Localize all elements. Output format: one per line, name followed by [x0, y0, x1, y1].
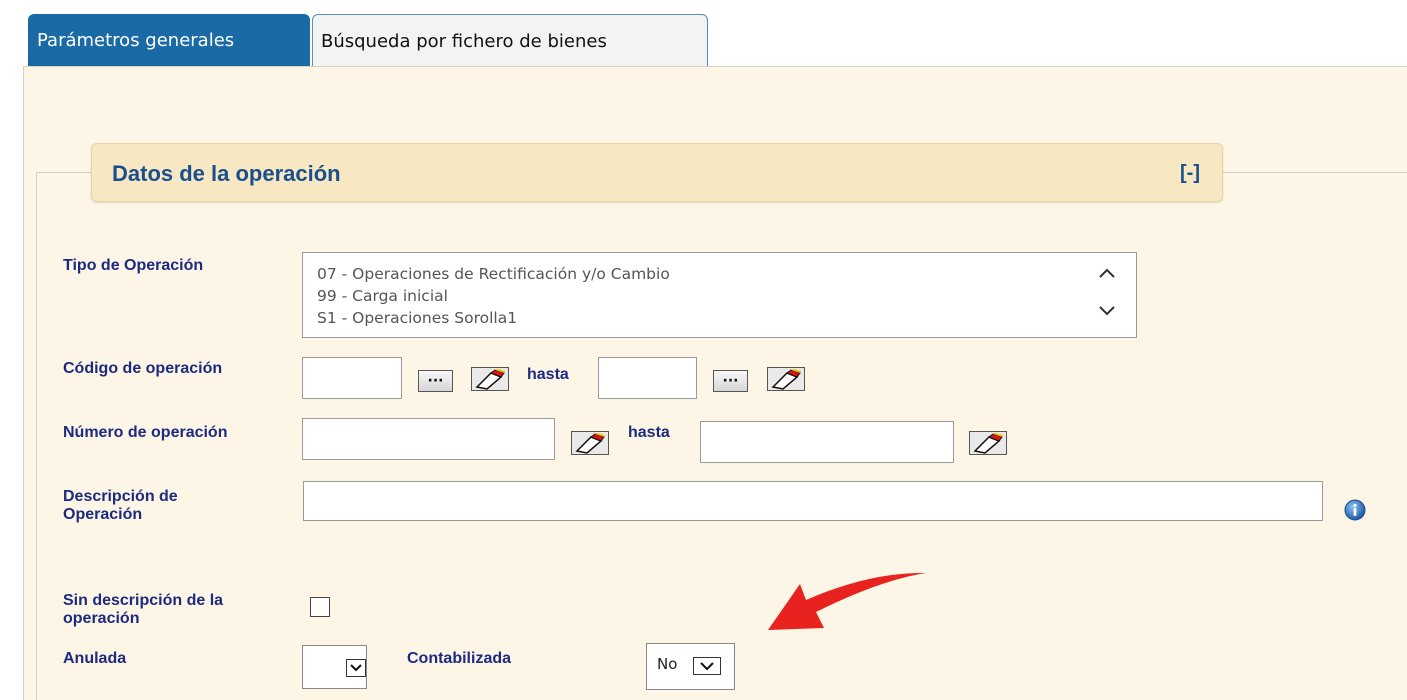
anulada-select[interactable]	[302, 645, 367, 689]
sin-descripcion-checkbox[interactable]	[310, 597, 330, 617]
eraser-icon[interactable]	[471, 367, 509, 391]
listbox-option[interactable]: 99 - Carga inicial	[317, 287, 448, 305]
chevron-down-icon[interactable]	[1096, 302, 1118, 320]
chevron-down-icon[interactable]	[693, 657, 721, 675]
section-title: Datos de la operación	[112, 161, 341, 186]
hasta-label: hasta	[628, 424, 670, 441]
tab-parametros-generales[interactable]: Parámetros generales	[28, 14, 310, 68]
codigo-operacion-to-input[interactable]	[598, 357, 697, 399]
numero-operacion-from-input[interactable]	[302, 418, 555, 460]
listbox-option[interactable]: S1 - Operaciones Sorolla1	[317, 309, 517, 327]
label-line: Descripción de	[63, 488, 178, 505]
hasta-label: hasta	[527, 366, 569, 383]
tipo-operacion-listbox[interactable]: 07 - Operaciones de Rectificación y/o Ca…	[302, 252, 1137, 338]
eraser-icon[interactable]	[969, 431, 1007, 455]
tab-busqueda-fichero-bienes[interactable]: Búsqueda por fichero de bienes	[312, 14, 708, 68]
select-value: No	[657, 655, 678, 673]
lookup-button[interactable]: ···	[713, 370, 748, 392]
descripcion-operacion-label: Descripción de Operación	[63, 488, 178, 524]
tab-label: Búsqueda por fichero de bienes	[321, 30, 607, 52]
contabilizada-select[interactable]: No	[646, 643, 735, 690]
label-line: Operación	[63, 506, 143, 523]
lookup-button[interactable]: ···	[418, 370, 453, 392]
chevron-up-icon[interactable]	[1096, 264, 1118, 282]
contabilizada-label: Contabilizada	[407, 650, 512, 667]
tab-label: Parámetros generales	[37, 30, 235, 51]
codigo-operacion-from-input[interactable]	[302, 357, 402, 399]
collapse-toggle[interactable]: [-]	[1180, 162, 1200, 185]
descripcion-operacion-input[interactable]	[303, 481, 1323, 521]
listbox-option[interactable]: 07 - Operaciones de Rectificación y/o Ca…	[317, 265, 670, 283]
eraser-icon[interactable]	[767, 367, 805, 391]
codigo-operacion-label: Código de operación	[63, 360, 223, 377]
red-arrow-icon	[768, 572, 926, 630]
tipo-operacion-label: Tipo de Operación	[63, 257, 204, 274]
info-icon[interactable]	[1344, 499, 1366, 521]
numero-operacion-label: Número de operación	[63, 424, 228, 441]
eraser-icon[interactable]	[571, 431, 609, 455]
chevron-down-icon[interactable]	[346, 659, 366, 677]
label-line: Sin descripción de la	[63, 592, 224, 609]
label-line: operación	[63, 610, 140, 627]
sin-descripcion-label: Sin descripción de la operación	[63, 592, 223, 628]
numero-operacion-to-input[interactable]	[700, 421, 954, 463]
anulada-label: Anulada	[63, 650, 127, 667]
